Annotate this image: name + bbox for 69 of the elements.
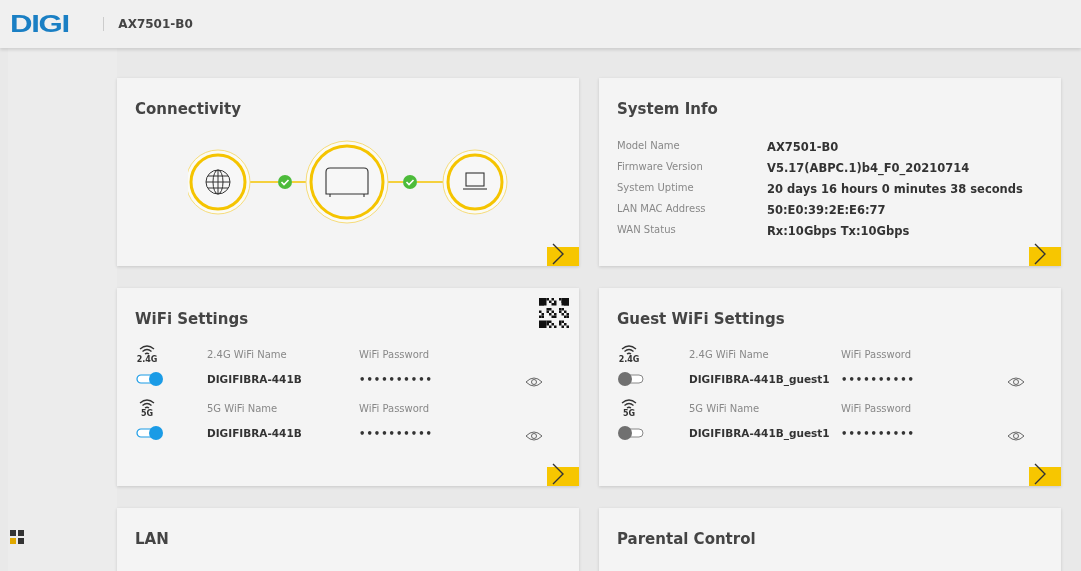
eye-icon[interactable] (525, 376, 543, 388)
logo: DIGI (10, 10, 69, 38)
field-label: WiFi Password (841, 402, 913, 414)
check-icon (278, 175, 292, 189)
connector-line (387, 181, 404, 183)
field-value: 20 days 16 hours 0 minutes 38 seconds (767, 182, 1024, 196)
device-model: AX7501-B0 (118, 17, 193, 31)
band-label: 2.4G (135, 355, 159, 364)
field-label: System Uptime (617, 182, 695, 195)
connector-line (416, 181, 444, 183)
laptop-icon (442, 149, 508, 215)
field-value: AX7501-B0 (767, 140, 840, 154)
field-value: Rx:10Gbps Tx:10Gbps (767, 224, 911, 238)
next-button[interactable] (547, 240, 579, 266)
wifi-name: DIGIFIBRA-441B (207, 373, 302, 385)
password-value: •••••••••• (841, 373, 916, 385)
field-label: 2.4G WiFi Name (689, 348, 770, 360)
connector-line (291, 181, 307, 183)
card-title: Guest WiFi Settings (617, 310, 785, 328)
toggle-switch[interactable] (617, 371, 647, 387)
eye-icon[interactable] (525, 430, 543, 442)
eye-icon[interactable] (1007, 430, 1025, 442)
band-label: 5G (139, 409, 155, 418)
field-label: Model Name (617, 140, 681, 153)
globe-icon (188, 149, 251, 215)
field-label: 5G WiFi Name (689, 402, 761, 414)
toggle-switch[interactable] (617, 425, 647, 441)
toggle-switch[interactable] (135, 371, 165, 387)
card-title: System Info (617, 100, 718, 118)
card-title: LAN (135, 530, 169, 548)
chevron-right-icon (551, 462, 565, 485)
wifi-name: DIGIFIBRA-441B_guest1 (689, 427, 830, 439)
password-value: •••••••••• (841, 427, 916, 439)
wifi-icon (137, 398, 157, 409)
password-value: •••••••••• (359, 373, 434, 385)
chevron-right-icon (551, 242, 565, 265)
field-label: WiFi Password (359, 402, 431, 414)
field-value: V5.17(ABPC.1)b4_F0_20210714 (767, 161, 971, 175)
field-label: WAN Status (617, 224, 677, 237)
chevron-right-icon (1033, 242, 1047, 265)
band-label: 2.4G (617, 355, 641, 364)
eye-icon[interactable] (1007, 376, 1025, 388)
field-label: LAN MAC Address (617, 203, 707, 216)
next-button[interactable] (1029, 460, 1061, 486)
password-value: •••••••••• (359, 427, 434, 439)
field-label: 5G WiFi Name (207, 402, 279, 414)
wifi-name: DIGIFIBRA-441B_guest1 (689, 373, 830, 385)
router-icon (305, 140, 389, 224)
qr-code-icon[interactable] (539, 298, 569, 328)
grid-icon[interactable] (10, 530, 24, 544)
card-title: Parental Control (617, 530, 756, 548)
wifi-icon (619, 344, 639, 355)
connector-line (249, 181, 279, 183)
wifi-name: DIGIFIBRA-441B (207, 427, 302, 439)
card-title: Connectivity (135, 100, 241, 118)
toggle-switch[interactable] (135, 425, 165, 441)
check-icon (403, 175, 417, 189)
field-label: WiFi Password (841, 348, 913, 360)
field-label: 2.4G WiFi Name (207, 348, 288, 360)
next-button[interactable] (1029, 240, 1061, 266)
field-value: 50:E0:39:2E:E6:77 (767, 203, 887, 217)
chevron-right-icon (1033, 462, 1047, 485)
field-label: Firmware Version (617, 161, 704, 174)
wifi-icon (619, 398, 639, 409)
card-title: WiFi Settings (135, 310, 249, 328)
field-label: WiFi Password (359, 348, 431, 360)
wifi-icon (137, 344, 157, 355)
next-button[interactable] (547, 460, 579, 486)
band-label: 5G (621, 409, 637, 418)
